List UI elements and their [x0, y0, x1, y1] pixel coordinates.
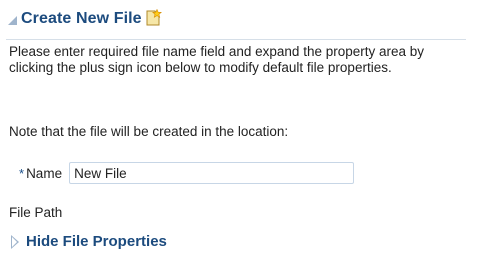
page-title: Create New File — [21, 10, 142, 27]
name-input[interactable] — [69, 162, 355, 184]
hide-file-properties-toggle[interactable]: Hide File Properties — [11, 233, 167, 250]
create-new-file-panel: Create New File Please enter required fi… — [0, 0, 477, 253]
location-note: Note that the file will be created in th… — [9, 124, 289, 139]
hide-file-properties-label[interactable]: Hide File Properties — [26, 233, 167, 250]
required-marker: * — [19, 165, 25, 181]
disclosure-triangle-icon[interactable] — [11, 234, 19, 249]
panel-header: Create New File — [8, 8, 162, 30]
header-divider — [6, 39, 466, 40]
instructions-text: Please enter required file name field an… — [9, 44, 425, 75]
name-field-row: * Name — [19, 162, 355, 184]
new-file-icon — [146, 9, 162, 26]
collapse-triangle-icon[interactable] — [8, 16, 17, 25]
name-label: Name — [26, 165, 63, 181]
file-path-label: File Path — [9, 205, 63, 220]
